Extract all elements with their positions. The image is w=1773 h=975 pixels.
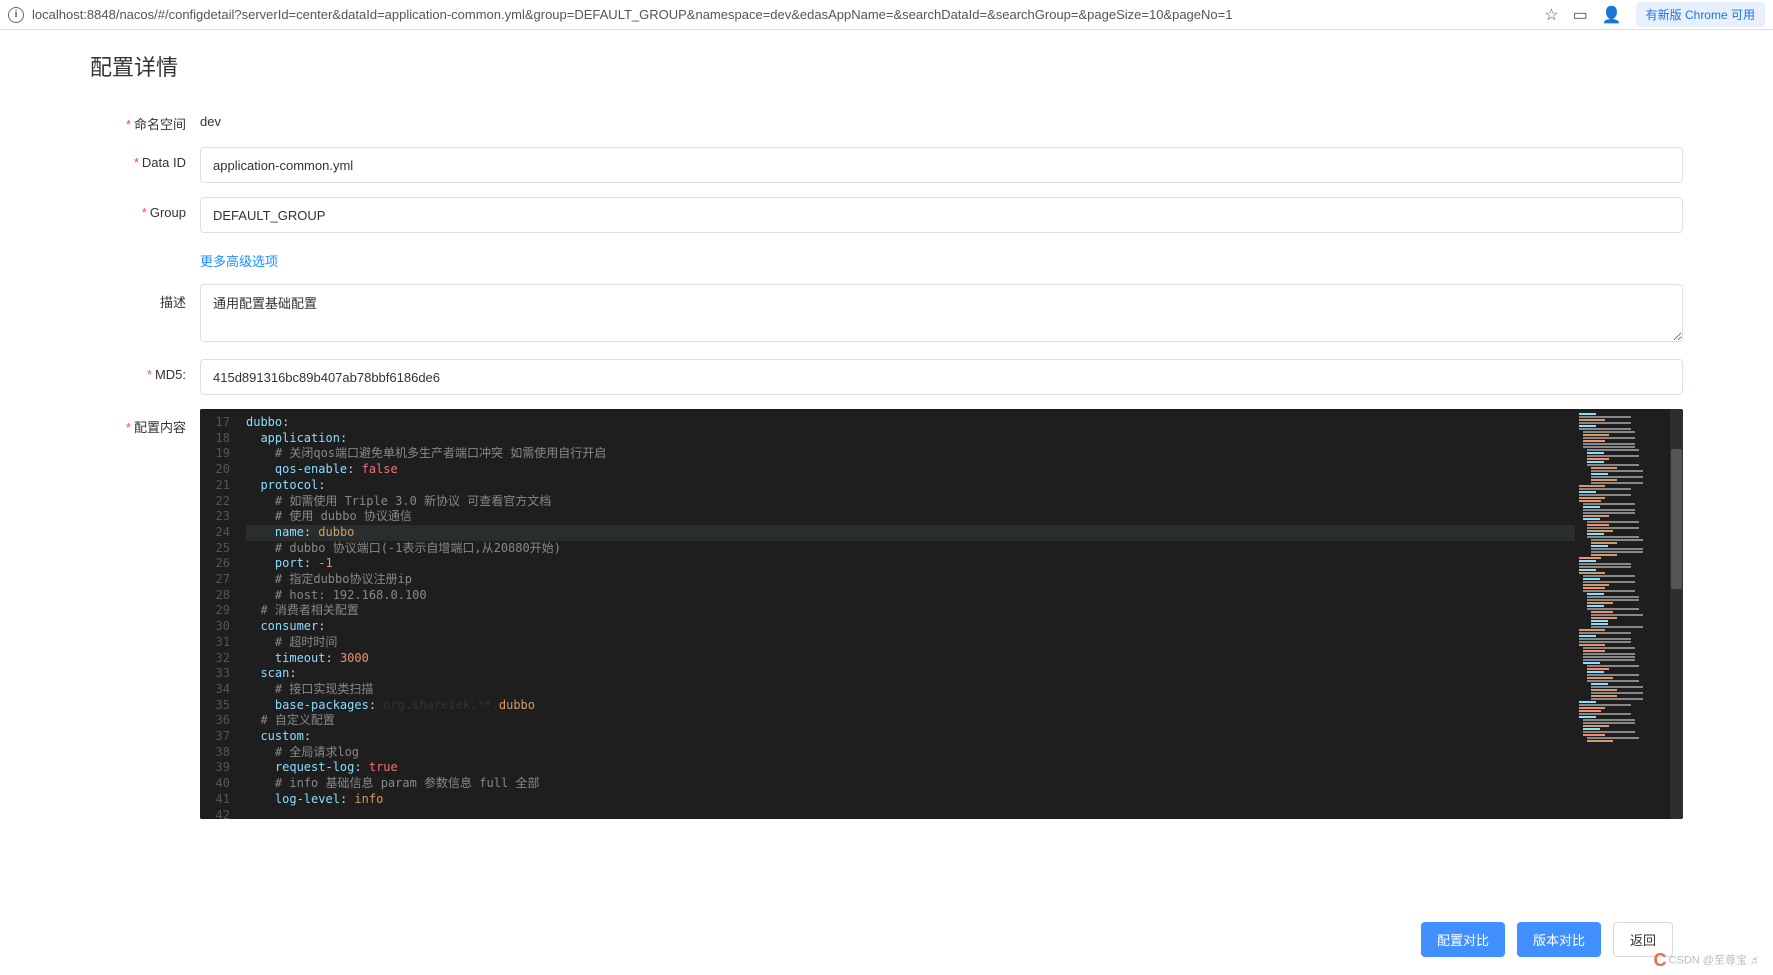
code-minimap[interactable] xyxy=(1575,409,1670,819)
page-title: 配置详情 xyxy=(90,50,1683,82)
info-icon[interactable]: i xyxy=(8,7,24,23)
button-compare-version[interactable]: 版本对比 xyxy=(1517,922,1601,957)
code-editor[interactable]: 1718192021222324252627282930313233343536… xyxy=(200,409,1683,819)
form-row-desc: 描述 xyxy=(90,284,1683,345)
label-namespace: *命名空间 xyxy=(90,106,200,133)
content-area: 配置详情 *命名空间 dev *Data ID *Group 更多高级选项 描述… xyxy=(0,30,1773,893)
label-md5: *MD5: xyxy=(90,359,200,382)
profile-avatar-icon[interactable]: 👤 xyxy=(1602,5,1622,25)
form-row-content: *配置内容 1718192021222324252627282930313233… xyxy=(90,409,1683,819)
button-compare-config[interactable]: 配置对比 xyxy=(1421,922,1505,957)
chrome-update-button[interactable]: 有新版 Chrome 可用 xyxy=(1636,2,1765,27)
form-row-group: *Group xyxy=(90,197,1683,233)
code-scrollbar-vertical[interactable] xyxy=(1670,409,1683,819)
label-dataid: *Data ID xyxy=(90,147,200,170)
extensions-icon[interactable]: ▭ xyxy=(1573,5,1588,25)
scroll-thumb[interactable] xyxy=(1671,449,1682,589)
input-group[interactable] xyxy=(200,197,1683,233)
code-content[interactable]: dubbo: application: # 关闭qos端口避免单机多生产者端口冲… xyxy=(240,409,1575,819)
footer-buttons: 配置对比 版本对比 返回 xyxy=(1421,922,1673,957)
label-group: *Group xyxy=(90,197,200,220)
url-text: localhost:8848/nacos/#/configdetail?serv… xyxy=(32,7,1536,22)
watermark: CCSDN @至尊宝 ♬ xyxy=(1654,950,1761,971)
label-content: *配置内容 xyxy=(90,409,200,436)
bookmark-star-icon[interactable]: ☆ xyxy=(1544,5,1558,25)
code-gutter: 1718192021222324252627282930313233343536… xyxy=(200,409,240,819)
form-row-namespace: *命名空间 dev xyxy=(90,106,1683,133)
form-row-advanced: 更多高级选项 xyxy=(90,247,1683,270)
form-row-dataid: *Data ID xyxy=(90,147,1683,183)
label-desc: 描述 xyxy=(90,284,200,311)
browser-right-controls: ☆ ▭ 👤 有新版 Chrome 可用 xyxy=(1544,2,1765,27)
textarea-desc[interactable] xyxy=(200,284,1683,342)
input-md5[interactable] xyxy=(200,359,1683,395)
link-advanced-options[interactable]: 更多高级选项 xyxy=(200,247,278,270)
value-namespace: dev xyxy=(200,106,1683,129)
browser-address-bar: i localhost:8848/nacos/#/configdetail?se… xyxy=(0,0,1773,30)
input-dataid[interactable] xyxy=(200,147,1683,183)
form-row-md5: *MD5: xyxy=(90,359,1683,395)
